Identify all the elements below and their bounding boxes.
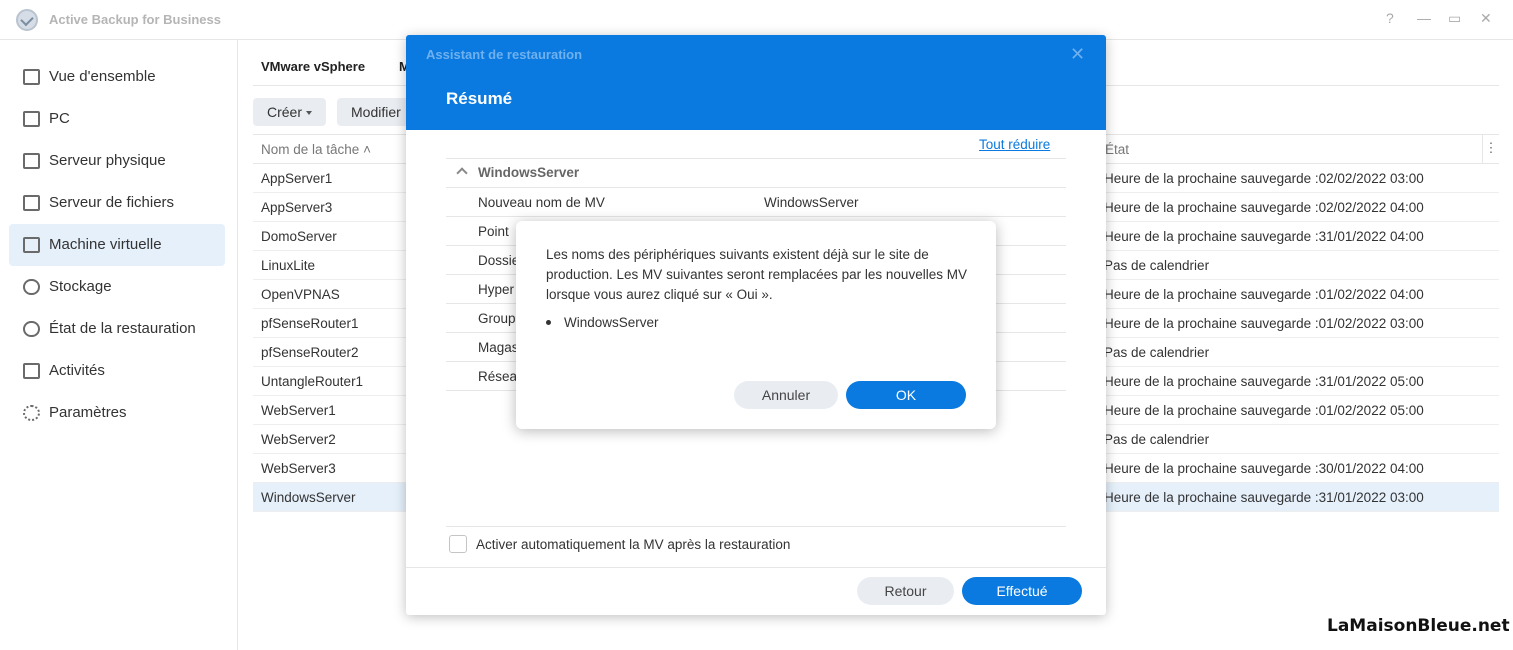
sidebar-item-label: Paramètres: [49, 404, 127, 421]
sidebar-item-label: Machine virtuelle: [49, 236, 162, 253]
sidebar-item-overview[interactable]: Vue d'ensemble: [9, 56, 225, 98]
column-header-name[interactable]: Nom de la tâche ˄: [261, 142, 371, 157]
cell-task-name: WebServer3: [261, 461, 336, 476]
done-button[interactable]: Effectué: [962, 577, 1082, 605]
sidebar-item-storage[interactable]: Stockage: [9, 266, 225, 308]
cell-state: Heure de la prochaine sauvegarde :02/02/…: [1104, 171, 1424, 186]
divider: [446, 216, 1066, 217]
sidebar-item-file-server[interactable]: Serveur de fichiers: [9, 182, 225, 224]
summary-label: Résea: [478, 369, 518, 384]
cell-state: Heure de la prochaine sauvegarde :31/01/…: [1104, 374, 1424, 389]
edit-button-label: Modifier: [351, 104, 401, 120]
sidebar-item-label: État de la restauration: [49, 320, 196, 337]
divider: [446, 187, 1066, 188]
confirm-message: Les noms des périphériques suivants exis…: [546, 247, 967, 302]
sidebar-item-label: Activités: [49, 362, 105, 379]
cell-state: Heure de la prochaine sauvegarde :31/01/…: [1104, 229, 1424, 244]
confirm-list-item: WindowsServer: [564, 315, 659, 330]
watermark: LaMaisonBleue.net: [1327, 616, 1510, 636]
cell-task-name: WebServer1: [261, 403, 336, 418]
cell-state: Heure de la prochaine sauvegarde :02/02/…: [1104, 200, 1424, 215]
sidebar-item-virtual-machine[interactable]: Machine virtuelle: [9, 224, 225, 266]
restore-status-icon: [23, 321, 40, 337]
sidebar-item-pc[interactable]: PC: [9, 98, 225, 140]
app-logo-icon: [16, 9, 38, 31]
bullet-icon: [546, 320, 551, 325]
cell-task-name: OpenVPNAS: [261, 287, 340, 302]
sidebar-item-restore-status[interactable]: État de la restauration: [9, 308, 225, 350]
collapse-all-link[interactable]: Tout réduire: [979, 137, 1050, 152]
virtual-machine-icon: [23, 237, 40, 253]
cell-task-name: DomoServer: [261, 229, 337, 244]
cell-state: Pas de calendrier: [1104, 345, 1210, 360]
summary-label: Magas: [478, 340, 519, 355]
auto-activate-label: Activer automatiquement la MV après la r…: [476, 537, 791, 552]
cell-state: Heure de la prochaine sauvegarde :01/02/…: [1104, 287, 1424, 302]
cell-state: Heure de la prochaine sauvegarde :30/01/…: [1104, 461, 1424, 476]
back-button[interactable]: Retour: [857, 577, 954, 605]
pc-icon: [23, 111, 40, 127]
wizard-heading: Résumé: [446, 89, 513, 108]
activities-icon: [23, 363, 40, 379]
confirm-dialog: Les noms des périphériques suivants exis…: [516, 221, 996, 429]
app-title: Active Backup for Business: [49, 12, 221, 27]
cell-state: Heure de la prochaine sauvegarde :01/02/…: [1104, 403, 1424, 418]
minimize-icon[interactable]: —: [1417, 10, 1431, 26]
close-icon[interactable]: ✕: [1070, 44, 1085, 65]
maximize-icon[interactable]: ▭: [1448, 10, 1461, 27]
cell-task-name: LinuxLite: [261, 258, 316, 273]
tab-vmware-vsphere[interactable]: VMware vSphere: [261, 59, 365, 74]
summary-label: Hyper: [478, 282, 515, 297]
divider: [446, 158, 1066, 159]
sidebar-item-label: PC: [49, 110, 70, 127]
chevron-down-icon: [306, 111, 313, 116]
column-menu-icon[interactable]: ⋮: [1482, 135, 1499, 163]
summary-label: Point: [478, 224, 509, 239]
sidebar-item-label: Vue d'ensemble: [49, 68, 156, 85]
cell-task-name: pfSenseRouter2: [261, 345, 359, 360]
edit-button[interactable]: Modifier: [337, 98, 415, 126]
create-button-label: Créer: [267, 104, 303, 120]
cell-task-name: WebServer2: [261, 432, 336, 447]
footer-divider: [406, 567, 1106, 568]
summary-value: WindowsServer: [764, 195, 859, 210]
cell-state: Heure de la prochaine sauvegarde :01/02/…: [1104, 316, 1424, 331]
file-server-icon: [23, 195, 40, 211]
sidebar-item-label: Serveur de fichiers: [49, 194, 175, 211]
sidebar: Vue d'ensemble PC Serveur physique Serve…: [0, 40, 238, 650]
cell-task-name: WindowsServer: [261, 490, 356, 505]
column-header-state[interactable]: État: [1105, 142, 1129, 157]
cell-state: Pas de calendrier: [1104, 432, 1210, 447]
physical-server-icon: [23, 153, 40, 169]
wizard-header: Assistant de restauration ✕ Résumé: [406, 35, 1106, 130]
cell-task-name: AppServer3: [261, 200, 333, 215]
cell-task-name: UntangleRouter1: [261, 374, 364, 389]
divider: [446, 526, 1066, 527]
sidebar-item-activities[interactable]: Activités: [9, 350, 225, 392]
title-bar: Active Backup for Business ? — ▭ ✕: [0, 0, 1513, 40]
summary-label: Nouveau nom de MV: [478, 195, 605, 210]
cancel-button[interactable]: Annuler: [734, 381, 838, 409]
summary-label: Dossie: [478, 253, 520, 268]
sidebar-item-physical-server[interactable]: Serveur physique: [9, 140, 225, 182]
sidebar-item-settings[interactable]: Paramètres: [9, 392, 225, 434]
help-icon[interactable]: ?: [1386, 10, 1394, 26]
storage-icon: [23, 279, 40, 295]
settings-icon: [23, 405, 40, 421]
overview-icon: [23, 69, 40, 85]
summary-label: Group: [478, 311, 516, 326]
chevron-up-icon[interactable]: [456, 167, 468, 179]
ok-button[interactable]: OK: [846, 381, 966, 409]
cell-task-name: AppServer1: [261, 171, 333, 186]
create-button[interactable]: Créer: [253, 98, 327, 126]
cell-state: Heure de la prochaine sauvegarde :31/01/…: [1104, 490, 1424, 505]
cell-state: Pas de calendrier: [1104, 258, 1210, 273]
summary-group-title: WindowsServer: [478, 165, 580, 180]
cell-task-name: pfSenseRouter1: [261, 316, 359, 331]
auto-activate-checkbox[interactable]: [449, 535, 467, 553]
sidebar-item-label: Stockage: [49, 278, 112, 295]
sidebar-item-label: Serveur physique: [49, 152, 166, 169]
wizard-title: Assistant de restauration: [426, 47, 583, 62]
close-icon[interactable]: ✕: [1480, 10, 1492, 27]
